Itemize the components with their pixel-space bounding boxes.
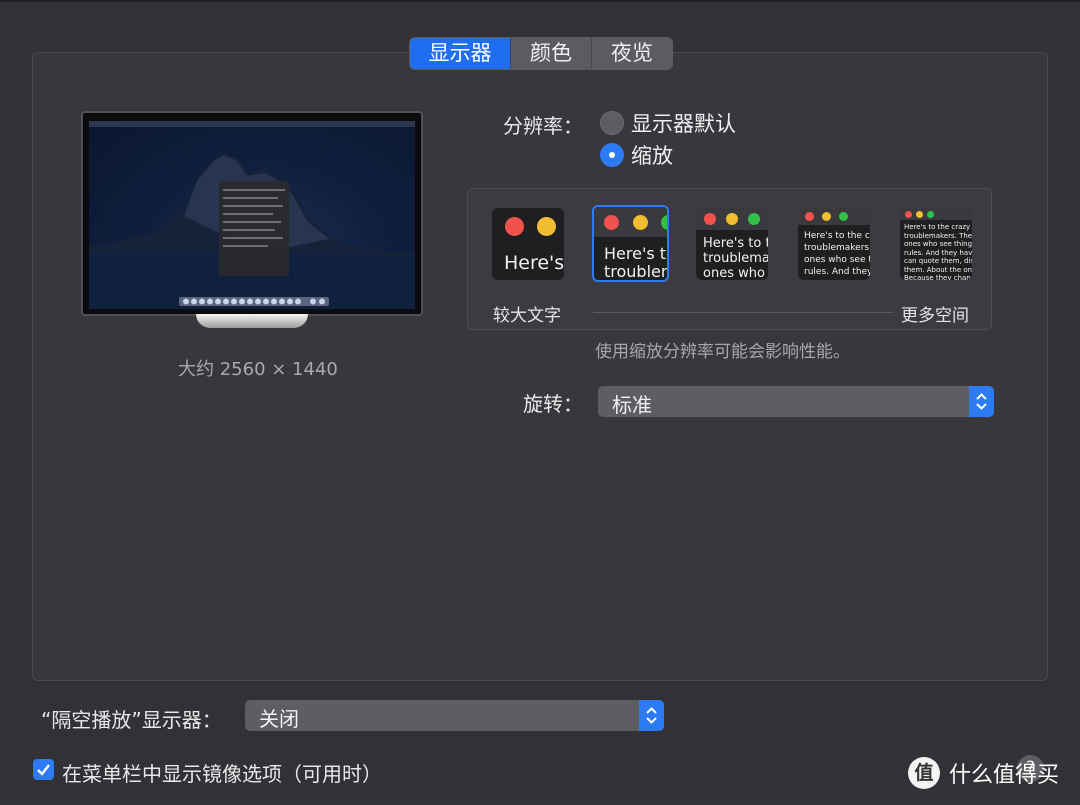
resolution-label: 分辨率： [503,114,583,138]
tab-display[interactable]: 显示器 [410,38,510,69]
radio-default-display[interactable]: 显示器默认 [600,110,736,136]
zoom-dot-icon [839,212,848,221]
minimize-dot-icon [916,211,923,218]
scale-option-4-text: Here's to the cr troublemakers. ones who… [804,231,870,277]
scale-option-1-text: Here's [504,252,564,274]
radio-scaled-label: 缩放 [631,144,673,168]
monitor-stand [196,314,308,328]
radio-button-on[interactable] [600,143,624,167]
watermark-text: 什么值得买 [949,763,1060,788]
scale-option-3-text: Here's to t troublema ones who [703,236,768,280]
close-dot-icon [604,215,619,230]
island-image [89,153,415,309]
larger-text-label: 较大文字 [493,306,561,326]
scale-option-5[interactable]: Here's to the crazy one troublemakers. T… [900,208,972,280]
scale-option-3[interactable]: Here's to t troublema ones who [696,208,768,280]
minimize-dot-icon [726,213,738,225]
rotation-select[interactable]: 标准 [598,386,994,417]
airplay-select[interactable]: 关闭 [245,700,664,731]
performance-hint: 使用缩放分辨率可能会影响性能。 [595,342,850,362]
close-dot-icon [704,213,716,225]
scale-option-5-text: Here's to the crazy one troublemakers. T… [904,223,972,280]
rotation-label: 旋转： [523,392,583,416]
tab-color[interactable]: 颜色 [510,38,591,69]
airplay-value: 关闭 [259,707,299,731]
more-space-label: 更多空间 [901,306,969,326]
mirror-checkbox[interactable] [33,759,54,780]
display-size-label: 大约 2560 × 1440 [178,359,338,380]
scale-divider [593,312,893,313]
zoom-dot-icon [661,215,667,230]
scale-option-1[interactable]: Here's [492,208,564,280]
desktop-wallpaper [89,121,415,309]
watermark-logo-icon: 值 [908,757,940,789]
radio-scaled[interactable]: 缩放 [600,142,673,168]
minimize-dot-icon [537,217,556,236]
checkmark-icon [37,764,50,776]
close-dot-icon [905,211,912,218]
close-dot-icon [505,217,524,236]
mirror-option-label[interactable]: 在菜单栏中显示镜像选项（可用时） [62,758,382,787]
rotation-value: 标准 [612,393,652,417]
select-stepper-icon [639,700,664,731]
minimize-dot-icon [633,215,648,230]
radio-default-label: 显示器默认 [631,112,736,136]
radio-button-off[interactable] [600,111,624,135]
window-top-edge [0,0,1080,2]
select-stepper-icon [969,386,994,417]
watermark: 值 什么值得买 [908,757,1059,789]
airplay-label: “隔空播放”显示器： [41,708,222,732]
close-dot-icon [805,212,814,221]
minimize-dot-icon [822,212,831,221]
scale-option-2[interactable]: Here's to troublem [592,205,669,282]
monitor-preview [81,111,423,316]
scale-option-4[interactable]: Here's to the cr troublemakers. ones who… [798,208,870,280]
zoom-dot-icon [748,213,760,225]
tab-bar: 显示器 颜色 夜览 [409,37,673,70]
scale-option-2-text: Here's to troublem [604,244,667,282]
tab-night-shift[interactable]: 夜览 [591,38,672,69]
zoom-dot-icon [927,211,934,218]
